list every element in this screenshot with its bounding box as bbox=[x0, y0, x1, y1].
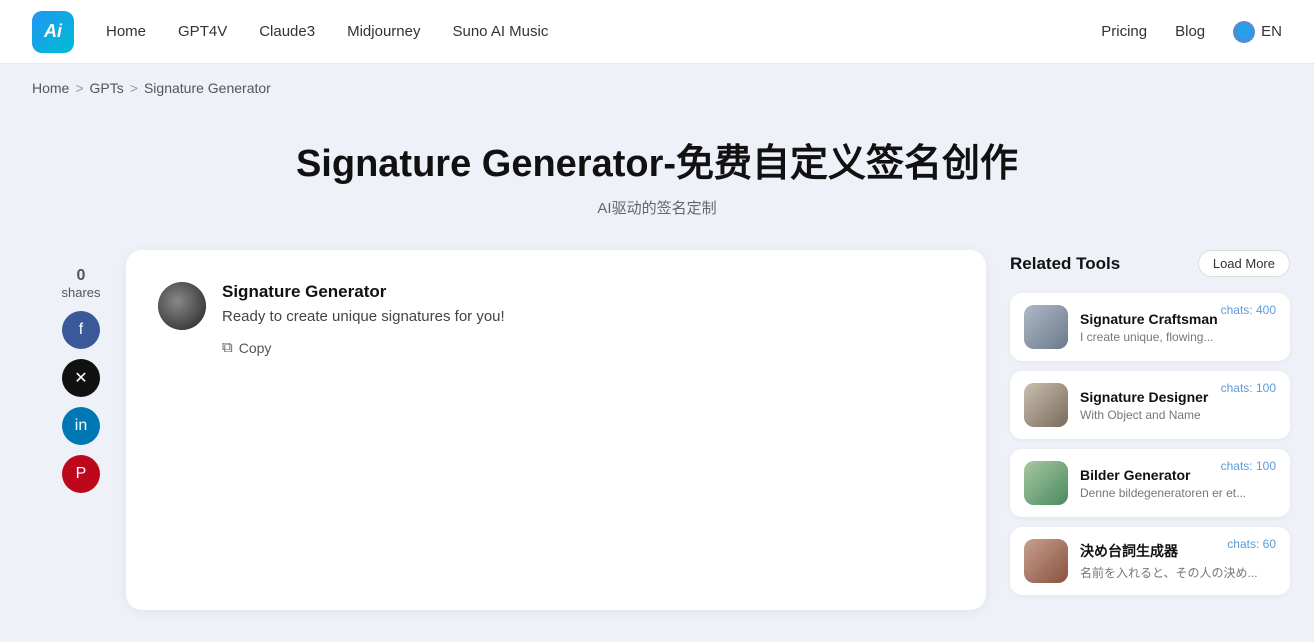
tool-name-1: Signature Designer bbox=[1080, 389, 1208, 405]
tool-info-1: Signature Designer With Object and Name bbox=[1080, 389, 1208, 422]
related-header: Related Tools Load More bbox=[1010, 250, 1290, 277]
chat-panel: Signature Generator Ready to create uniq… bbox=[126, 250, 986, 610]
breadcrumb-current: Signature Generator bbox=[144, 80, 271, 96]
logo[interactable]: Ai bbox=[32, 11, 74, 53]
nav-gpt4v[interactable]: GPT4V bbox=[178, 23, 227, 40]
share-facebook-button[interactable]: f bbox=[62, 311, 100, 349]
logo-text: Ai bbox=[44, 21, 62, 42]
tool-card[interactable]: chats: 60 決め台詞生成器 名前を入れると、その人の決め... bbox=[1010, 527, 1290, 595]
copy-button[interactable]: ⧉ Copy bbox=[222, 339, 271, 356]
tool-chats-2: chats: 100 bbox=[1221, 459, 1276, 473]
tool-chats-1: chats: 100 bbox=[1221, 381, 1276, 395]
nav-home[interactable]: Home bbox=[106, 23, 146, 40]
tool-thumb-image-3 bbox=[1024, 539, 1068, 583]
related-title: Related Tools bbox=[1010, 254, 1120, 274]
tool-cards-list: chats: 400 Signature Craftsman I create … bbox=[1010, 293, 1290, 595]
bot-avatar bbox=[158, 282, 206, 330]
share-linkedin-button[interactable]: in bbox=[62, 407, 100, 445]
tool-chats-0: chats: 400 bbox=[1221, 303, 1276, 317]
tool-name-0: Signature Craftsman bbox=[1080, 311, 1218, 327]
nav-blog[interactable]: Blog bbox=[1175, 23, 1205, 40]
page-subtitle: AI驱动的签名定制 bbox=[32, 197, 1282, 218]
tool-desc-2: Denne bildegeneratoren er et... bbox=[1080, 486, 1246, 500]
tool-card[interactable]: chats: 400 Signature Craftsman I create … bbox=[1010, 293, 1290, 361]
breadcrumb-home[interactable]: Home bbox=[32, 80, 69, 96]
globe-icon: 🌐 bbox=[1233, 21, 1255, 43]
copy-icon: ⧉ bbox=[222, 339, 233, 356]
avatar-image bbox=[158, 282, 206, 330]
tool-card[interactable]: chats: 100 Signature Designer With Objec… bbox=[1010, 371, 1290, 439]
nav-pricing[interactable]: Pricing bbox=[1101, 23, 1147, 40]
breadcrumb: Home > GPTs > Signature Generator bbox=[0, 64, 1314, 112]
breadcrumb-sep-2: > bbox=[130, 80, 138, 96]
chat-message: Signature Generator Ready to create uniq… bbox=[158, 282, 954, 357]
nav-links: Home GPT4V Claude3 Midjourney Suno AI Mu… bbox=[106, 23, 1101, 40]
share-sidebar: 0 shares f ✕ in P bbox=[60, 250, 102, 610]
tool-desc-3: 名前を入れると、その人の決め... bbox=[1080, 564, 1258, 581]
tool-card[interactable]: chats: 100 Bilder Generator Denne bildeg… bbox=[1010, 449, 1290, 517]
share-number: 0 bbox=[61, 266, 100, 285]
copy-label: Copy bbox=[239, 340, 272, 356]
related-tools-panel: Related Tools Load More chats: 400 Signa… bbox=[1010, 250, 1290, 610]
share-twitter-button[interactable]: ✕ bbox=[62, 359, 100, 397]
chat-body: Signature Generator Ready to create uniq… bbox=[222, 282, 505, 357]
lang-label: EN bbox=[1261, 23, 1282, 40]
navbar: Ai Home GPT4V Claude3 Midjourney Suno AI… bbox=[0, 0, 1314, 64]
tool-thumbnail-1 bbox=[1024, 383, 1068, 427]
page-title: Signature Generator-免费自定义签名创作 bbox=[32, 132, 1282, 187]
bot-message: Ready to create unique signatures for yo… bbox=[222, 308, 505, 325]
nav-claude3[interactable]: Claude3 bbox=[259, 23, 315, 40]
tool-thumb-image-1 bbox=[1024, 383, 1068, 427]
share-count: 0 shares bbox=[61, 266, 100, 301]
main-layout: 0 shares f ✕ in P Signature Generator Re… bbox=[0, 250, 1314, 642]
share-pinterest-button[interactable]: P bbox=[62, 455, 100, 493]
share-label: shares bbox=[61, 285, 100, 301]
tool-thumb-image-0 bbox=[1024, 305, 1068, 349]
tool-desc-1: With Object and Name bbox=[1080, 408, 1208, 422]
tool-thumbnail-3 bbox=[1024, 539, 1068, 583]
tool-thumb-image-2 bbox=[1024, 461, 1068, 505]
hero-section: Signature Generator-免费自定义签名创作 AI驱动的签名定制 bbox=[0, 112, 1314, 250]
tool-chats-3: chats: 60 bbox=[1227, 537, 1276, 551]
breadcrumb-gpts[interactable]: GPTs bbox=[90, 80, 124, 96]
nav-suno[interactable]: Suno AI Music bbox=[452, 23, 548, 40]
nav-midjourney[interactable]: Midjourney bbox=[347, 23, 420, 40]
tool-thumbnail-2 bbox=[1024, 461, 1068, 505]
tool-info-0: Signature Craftsman I create unique, flo… bbox=[1080, 311, 1218, 344]
language-button[interactable]: 🌐 EN bbox=[1233, 21, 1282, 43]
tool-thumbnail-0 bbox=[1024, 305, 1068, 349]
load-more-button[interactable]: Load More bbox=[1198, 250, 1290, 277]
bot-name: Signature Generator bbox=[222, 282, 505, 302]
tool-desc-0: I create unique, flowing... bbox=[1080, 330, 1218, 344]
breadcrumb-sep-1: > bbox=[75, 80, 83, 96]
nav-right: Pricing Blog 🌐 EN bbox=[1101, 21, 1282, 43]
